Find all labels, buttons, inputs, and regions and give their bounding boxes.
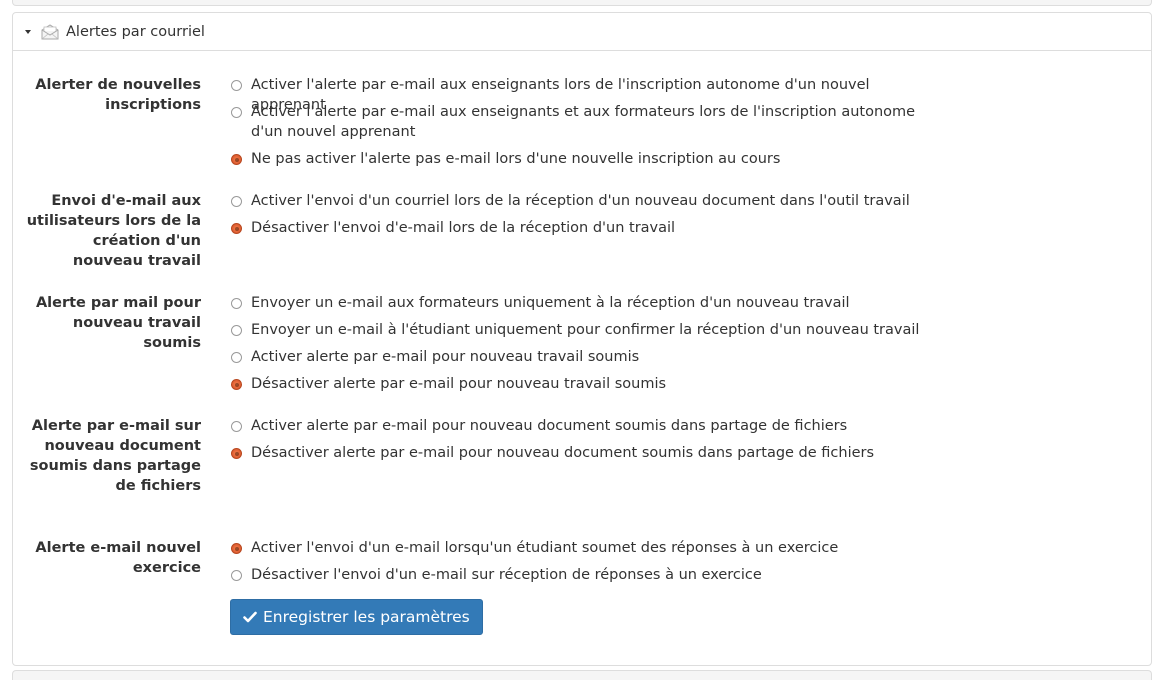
radio-button[interactable] xyxy=(231,298,242,309)
label-file-sharing-alert: Alerte par e-mail sur nouveau document s… xyxy=(29,418,201,494)
radio-button[interactable] xyxy=(231,325,242,336)
option-label: Désactiver l'envoi d'e-mail lors de la r… xyxy=(251,220,676,236)
option-label: Désactiver alerte par e-mail pour nouvea… xyxy=(251,445,875,461)
radio-button[interactable] xyxy=(231,570,242,581)
save-button-label: Enregistrer les paramètres xyxy=(263,608,470,626)
radio-option-work-disable[interactable]: Désactiver alerte par e-mail pour nouvea… xyxy=(231,374,931,394)
option-label: Désactiver l'envoi d'un e-mail sur récep… xyxy=(251,567,762,583)
option-label: Activer l'envoi d'un e-mail lorsqu'un ét… xyxy=(251,540,839,556)
save-settings-button[interactable]: Enregistrer les paramètres xyxy=(230,599,483,635)
radio-button-checked[interactable] xyxy=(231,223,242,234)
radio-button[interactable] xyxy=(231,421,242,432)
option-label: Ne pas activer l'alerte pas e-mail lors … xyxy=(251,151,781,167)
radio-option-filesharing-enable[interactable]: Activer alerte par e-mail pour nouveau d… xyxy=(231,416,931,436)
label-new-registrations: Alerter de nouvelles inscriptions xyxy=(35,77,201,113)
radio-option-work-trainers-only[interactable]: Envoyer un e-mail aux formateurs uniquem… xyxy=(231,293,931,313)
radio-option-exercise-disable[interactable]: Désactiver l'envoi d'un e-mail sur récep… xyxy=(231,565,931,585)
option-label: Activer l'envoi d'un courriel lors de la… xyxy=(251,193,910,209)
option-label: Envoyer un e-mail à l'étudiant uniquemen… xyxy=(251,322,920,338)
radio-option-assignment-enable[interactable]: Activer l'envoi d'un courriel lors de la… xyxy=(231,191,931,211)
caret-down-icon xyxy=(25,29,31,34)
label-submitted-work-alert: Alerte par mail pour nouveau travail sou… xyxy=(35,295,201,351)
radio-button-checked[interactable] xyxy=(231,543,242,554)
radio-option-registration-disable[interactable]: Ne pas activer l'alerte pas e-mail lors … xyxy=(231,149,931,169)
radio-button[interactable] xyxy=(231,80,242,91)
previous-panel-edge xyxy=(12,0,1152,6)
radio-button-checked[interactable] xyxy=(231,448,242,459)
radio-button[interactable] xyxy=(231,352,242,363)
panel-title: Alertes par courriel xyxy=(66,23,205,40)
option-label: Activer l'alerte par e-mail aux enseigna… xyxy=(251,104,916,140)
radio-option-registration-teachers-trainers[interactable]: Activer l'alerte par e-mail aux enseigna… xyxy=(231,102,931,142)
option-label: Désactiver alerte par e-mail pour nouvea… xyxy=(251,376,667,392)
label-new-assignment-email: Envoi d'e-mail aux utilisateurs lors de … xyxy=(26,193,201,269)
radio-option-exercise-enable[interactable]: Activer l'envoi d'un e-mail lorsqu'un ét… xyxy=(231,538,931,558)
radio-option-filesharing-disable[interactable]: Désactiver alerte par e-mail pour nouvea… xyxy=(231,443,931,463)
radio-button[interactable] xyxy=(231,196,242,207)
radio-option-work-student-only[interactable]: Envoyer un e-mail à l'étudiant uniquemen… xyxy=(231,320,931,340)
envelope-icon xyxy=(39,23,61,41)
radio-button-checked[interactable] xyxy=(231,379,242,390)
radio-option-work-enable[interactable]: Activer alerte par e-mail pour nouveau t… xyxy=(231,347,931,367)
radio-option-assignment-disable[interactable]: Désactiver l'envoi d'e-mail lors de la r… xyxy=(231,218,931,238)
check-icon xyxy=(243,611,257,623)
option-label: Activer alerte par e-mail pour nouveau d… xyxy=(251,418,848,434)
radio-button-checked[interactable] xyxy=(231,154,242,165)
email-alerts-panel: Alertes par courriel Alerter de nouvelle… xyxy=(12,12,1152,666)
option-label: Envoyer un e-mail aux formateurs uniquem… xyxy=(251,295,850,311)
next-panel-edge xyxy=(12,670,1152,680)
radio-button[interactable] xyxy=(231,107,242,118)
label-new-exercise-alert: Alerte e-mail nouvel exercice xyxy=(35,540,201,576)
option-label: Activer alerte par e-mail pour nouveau t… xyxy=(251,349,640,365)
panel-header-toggle[interactable]: Alertes par courriel xyxy=(13,13,1151,51)
